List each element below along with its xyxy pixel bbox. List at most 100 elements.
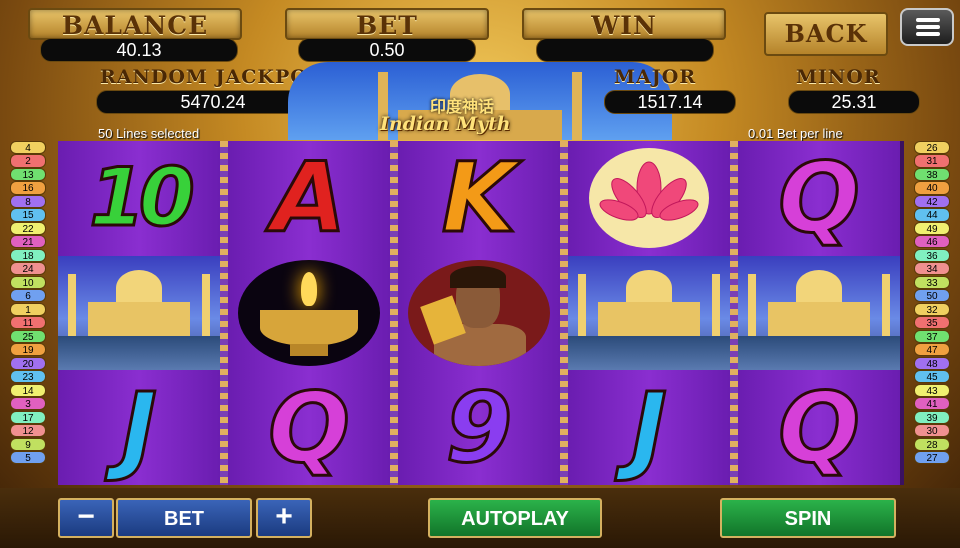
symbol-cell: J: [58, 371, 220, 485]
payline-marker: 18: [10, 248, 46, 262]
slot-machine-screen: BALANCE 40.13 BET 0.50 WIN BACK RANDOM J…: [0, 0, 960, 548]
symbol-10: 10: [88, 151, 196, 244]
payline-marker: 9: [10, 437, 46, 451]
reel-5: QQ: [738, 141, 900, 485]
left-payline-markers: 4 2 13 16 8 15 22 21 18 24 10 6 1 11 25 19 20 23 14 3 17 12 9 5: [10, 141, 46, 465]
payline-marker: 23: [10, 370, 46, 384]
payline-marker: 41: [914, 397, 950, 411]
game-title-english: Indian Myth: [380, 113, 511, 135]
payline-marker: 13: [10, 167, 46, 182]
symbol-q: Q: [777, 142, 862, 254]
payline-marker: 5: [10, 451, 46, 465]
bet-per-line-text: 0.01 Bet per line: [748, 126, 843, 141]
payline-marker: 16: [10, 181, 46, 195]
payline-marker: 42: [914, 194, 950, 209]
payline-marker: 19: [10, 343, 46, 357]
payline-marker: 32: [914, 302, 950, 316]
symbol-cell: 9: [398, 371, 560, 485]
payline-marker: 33: [914, 275, 950, 289]
symbol-cell: 10: [58, 141, 220, 255]
symbol-k: K: [440, 142, 517, 254]
payline-marker: 26: [914, 141, 950, 155]
payline-marker: 4: [10, 141, 46, 155]
payline-marker: 40: [914, 181, 950, 195]
warrior-icon: [398, 256, 560, 370]
symbol-cell: K: [398, 141, 560, 255]
symbol-cell: A: [228, 141, 390, 255]
payline-marker: 38: [914, 167, 950, 182]
symbol-9: 9: [444, 372, 514, 484]
balance-value: 40.13: [40, 38, 238, 62]
symbol-cell: Q: [228, 371, 390, 485]
win-panel: WIN: [522, 8, 726, 40]
back-button[interactable]: BACK: [764, 12, 888, 56]
major-jackpot-value: 1517.14: [604, 90, 736, 114]
payline-marker: 50: [914, 289, 950, 303]
balance-label: BALANCE: [61, 11, 209, 40]
taj-mahal-icon: [568, 256, 730, 370]
symbol-q: Q: [267, 372, 352, 484]
bet-panel: BET: [285, 8, 489, 40]
symbol-j: J: [630, 372, 669, 484]
oil-lamp-icon: [228, 256, 390, 370]
reel-3: K9: [398, 141, 560, 485]
hamburger-menu-icon[interactable]: [900, 8, 954, 46]
payline-marker: 43: [914, 383, 950, 397]
payline-marker: 3: [10, 397, 46, 411]
bet-increase-button[interactable]: +: [256, 498, 312, 538]
random-jackpot-label: RANDOM JACKPOT: [100, 66, 323, 88]
balance-panel: BALANCE: [28, 8, 242, 40]
autoplay-button[interactable]: AUTOPLAY: [428, 498, 602, 538]
payline-marker: 8: [10, 194, 46, 209]
payline-marker: 37: [914, 329, 950, 343]
minor-jackpot-label: MINOR: [796, 66, 881, 88]
bet-button[interactable]: BET: [116, 498, 252, 538]
payline-marker: 47: [914, 343, 950, 357]
payline-marker: 10: [10, 275, 46, 289]
reel-1: 10 J: [58, 141, 220, 485]
reel-4: J: [568, 141, 730, 485]
payline-marker: 12: [10, 424, 46, 438]
payline-marker: 30: [914, 424, 950, 438]
win-label: WIN: [591, 11, 657, 40]
payline-marker: 1: [10, 302, 46, 316]
reel-divider: [730, 141, 738, 485]
bet-label: BET: [356, 11, 418, 40]
minor-jackpot-value: 25.31: [788, 90, 920, 114]
symbol-q: Q: [777, 372, 862, 484]
right-payline-markers: 26 31 38 40 42 44 49 46 36 34 33 50 32 35 37 47 48 45 43 41…: [914, 141, 950, 465]
payline-marker: 14: [10, 383, 46, 397]
spin-button[interactable]: SPIN: [720, 498, 896, 538]
payline-marker: 44: [914, 208, 950, 222]
payline-marker: 6: [10, 289, 46, 303]
payline-marker: 28: [914, 437, 950, 451]
symbol-cell: Q: [738, 141, 900, 255]
payline-marker: 25: [10, 329, 46, 343]
lotus-icon: [568, 141, 730, 255]
payline-marker: 34: [914, 262, 950, 276]
payline-marker: 45: [914, 370, 950, 384]
payline-marker: 31: [914, 154, 950, 168]
payline-marker: 35: [914, 316, 950, 330]
taj-mahal-icon: [738, 256, 900, 370]
payline-marker: 46: [914, 235, 950, 249]
taj-mahal-icon: [58, 256, 220, 370]
bet-decrease-button[interactable]: −: [58, 498, 114, 538]
reel-divider: [220, 141, 228, 485]
symbol-j: J: [120, 372, 159, 484]
payline-marker: 21: [10, 235, 46, 249]
payline-marker: 17: [10, 410, 46, 424]
reel-grid: 10 J A Q K 9 J Q Q: [58, 141, 904, 485]
payline-marker: 15: [10, 208, 46, 222]
payline-marker: 49: [914, 221, 950, 235]
payline-marker: 24: [10, 262, 46, 276]
symbol-cell: Q: [738, 371, 900, 485]
payline-marker: 2: [10, 154, 46, 168]
payline-marker: 11: [10, 316, 46, 330]
reel-2: AQ: [228, 141, 390, 485]
lines-selected-text: 50 Lines selected: [98, 126, 200, 141]
payline-marker: 27: [914, 451, 950, 465]
bet-value: 0.50: [298, 38, 476, 62]
payline-marker: 36: [914, 248, 950, 262]
major-jackpot-label: MAJOR: [614, 66, 697, 88]
